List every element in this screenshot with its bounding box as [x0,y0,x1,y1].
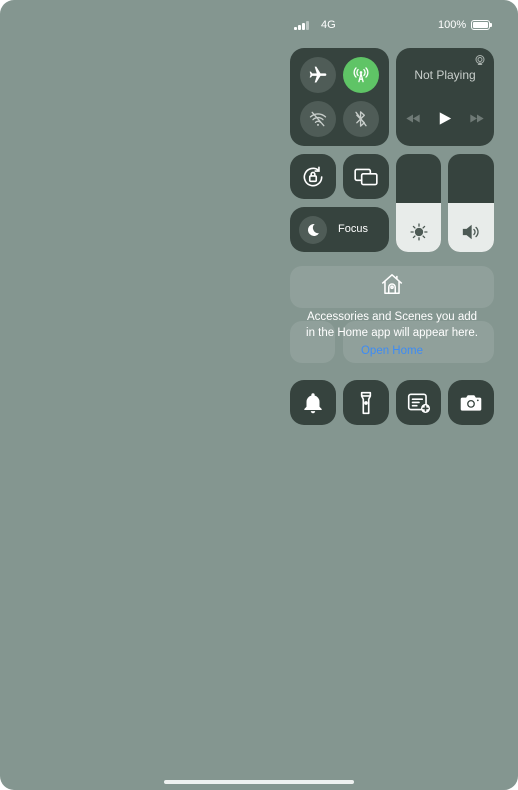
focus-label: Focus [338,223,368,235]
airplane-mode-toggle[interactable] [300,57,336,93]
network-type: 4G [321,19,336,31]
battery-icon [471,20,492,30]
control-center-screen: 4G 100% Not Playing Focus Accessories an… [0,0,518,790]
focus-icon-circle [299,216,327,244]
battery-percentage: 100% [438,19,467,31]
flashlight-button[interactable] [343,380,389,425]
bluetooth-off-icon [355,111,367,127]
now-playing-title: Not Playing [414,68,476,82]
cellular-data-toggle[interactable] [343,57,379,93]
rewind-button[interactable] [405,111,421,125]
rewind-icon [406,114,420,122]
home-indicator[interactable] [164,780,354,784]
sun-icon [409,223,428,241]
fast-forward-icon [470,114,484,122]
airplay-icon[interactable] [474,54,486,66]
rotation-lock-button[interactable] [290,154,336,199]
open-home-link[interactable]: Open Home [290,345,494,357]
speaker-icon [462,224,479,240]
wifi-toggle[interactable] [300,101,336,137]
cellular-antenna-icon [353,67,369,83]
home-empty-message: Accessories and Scenes you add in the Ho… [290,309,494,341]
quick-note-button[interactable] [396,380,441,425]
brightness-slider[interactable] [396,154,441,252]
fast-forward-button[interactable] [469,111,485,125]
airplane-icon [309,66,327,83]
alarm-button[interactable] [290,380,336,425]
home-message-line-2: in the Home app will appear here. [306,327,478,339]
rotation-lock-icon [303,165,323,187]
status-bar: 4G 100% [0,14,518,36]
flashlight-icon [360,391,372,414]
focus-button[interactable]: Focus [290,207,389,252]
home-icon [381,274,403,294]
now-playing-module: Not Playing [396,48,494,146]
signal-strength-icon [294,21,310,30]
screen-mirroring-button[interactable] [343,154,389,199]
wifi-off-icon [309,111,327,127]
connectivity-module [290,48,389,146]
bluetooth-toggle[interactable] [343,101,379,137]
play-button[interactable] [436,110,454,126]
bell-icon [304,392,322,413]
screen-mirroring-icon [354,168,378,185]
play-icon [439,111,452,125]
moon-icon [307,223,319,236]
quick-note-icon [407,393,430,413]
camera-icon [460,394,482,411]
home-message-line-1: Accessories and Scenes you add [306,311,478,323]
camera-button[interactable] [448,380,494,425]
volume-slider[interactable] [448,154,494,252]
